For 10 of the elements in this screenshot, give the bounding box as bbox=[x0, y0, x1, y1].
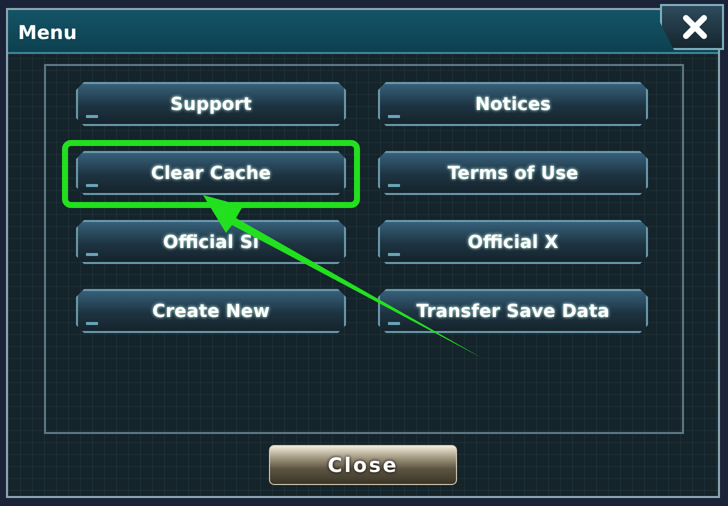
close-icon[interactable] bbox=[660, 4, 724, 50]
menu-button[interactable]: Official X bbox=[378, 220, 648, 264]
menu-button[interactable]: Transfer Save Data bbox=[378, 289, 648, 333]
window-title: Menu bbox=[18, 22, 77, 44]
menu-button[interactable]: Clear Cache bbox=[76, 151, 346, 195]
menu-button[interactable]: Support bbox=[76, 82, 346, 126]
menu-button[interactable]: Terms of Use bbox=[378, 151, 648, 195]
close-button[interactable]: Close bbox=[269, 445, 457, 485]
menu-button[interactable]: Create New bbox=[76, 289, 346, 333]
menu-button[interactable]: Notices bbox=[378, 82, 648, 126]
